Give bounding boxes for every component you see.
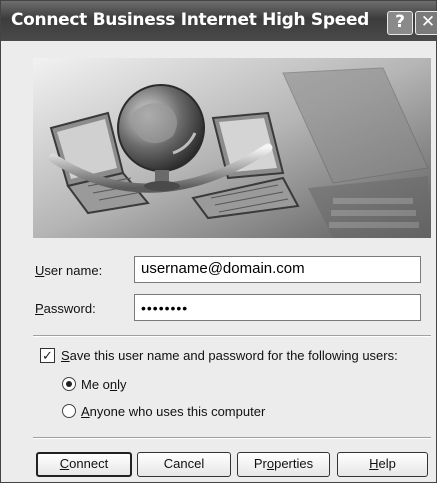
help-icon[interactable]: ? [387,11,413,35]
anyone-radio[interactable] [62,404,76,418]
password-label: Password: [35,301,96,316]
close-icon[interactable]: ✕ [415,11,437,35]
me-only-radio[interactable] [62,377,76,391]
password-field[interactable]: •••••••• [134,294,421,321]
title-bar[interactable]: Connect Business Internet High Speed ? ✕ [1,1,437,41]
checkmark-icon: ✓ [42,348,53,363]
username-label: User name: [35,263,103,278]
divider-top [33,335,431,337]
anyone-label[interactable]: Anyone who uses this computer [81,404,265,419]
properties-button[interactable]: Properties [237,452,330,477]
connection-banner-image [33,58,431,238]
help-button[interactable]: Help [337,452,428,477]
radio-selected-dot [66,381,72,387]
cancel-button[interactable]: Cancel [137,452,231,477]
connect-button[interactable]: Connect [36,452,132,477]
window-title: Connect Business Internet High Speed [11,10,370,30]
username-field[interactable]: username@domain.com [134,256,421,283]
divider-bottom [33,437,431,439]
connect-dialog: Connect Business Internet High Speed ? ✕ [0,0,437,483]
save-password-checkbox[interactable]: ✓ [40,348,55,363]
me-only-label[interactable]: Me only [81,377,127,392]
save-password-label[interactable]: Save this user name and password for the… [61,348,398,363]
